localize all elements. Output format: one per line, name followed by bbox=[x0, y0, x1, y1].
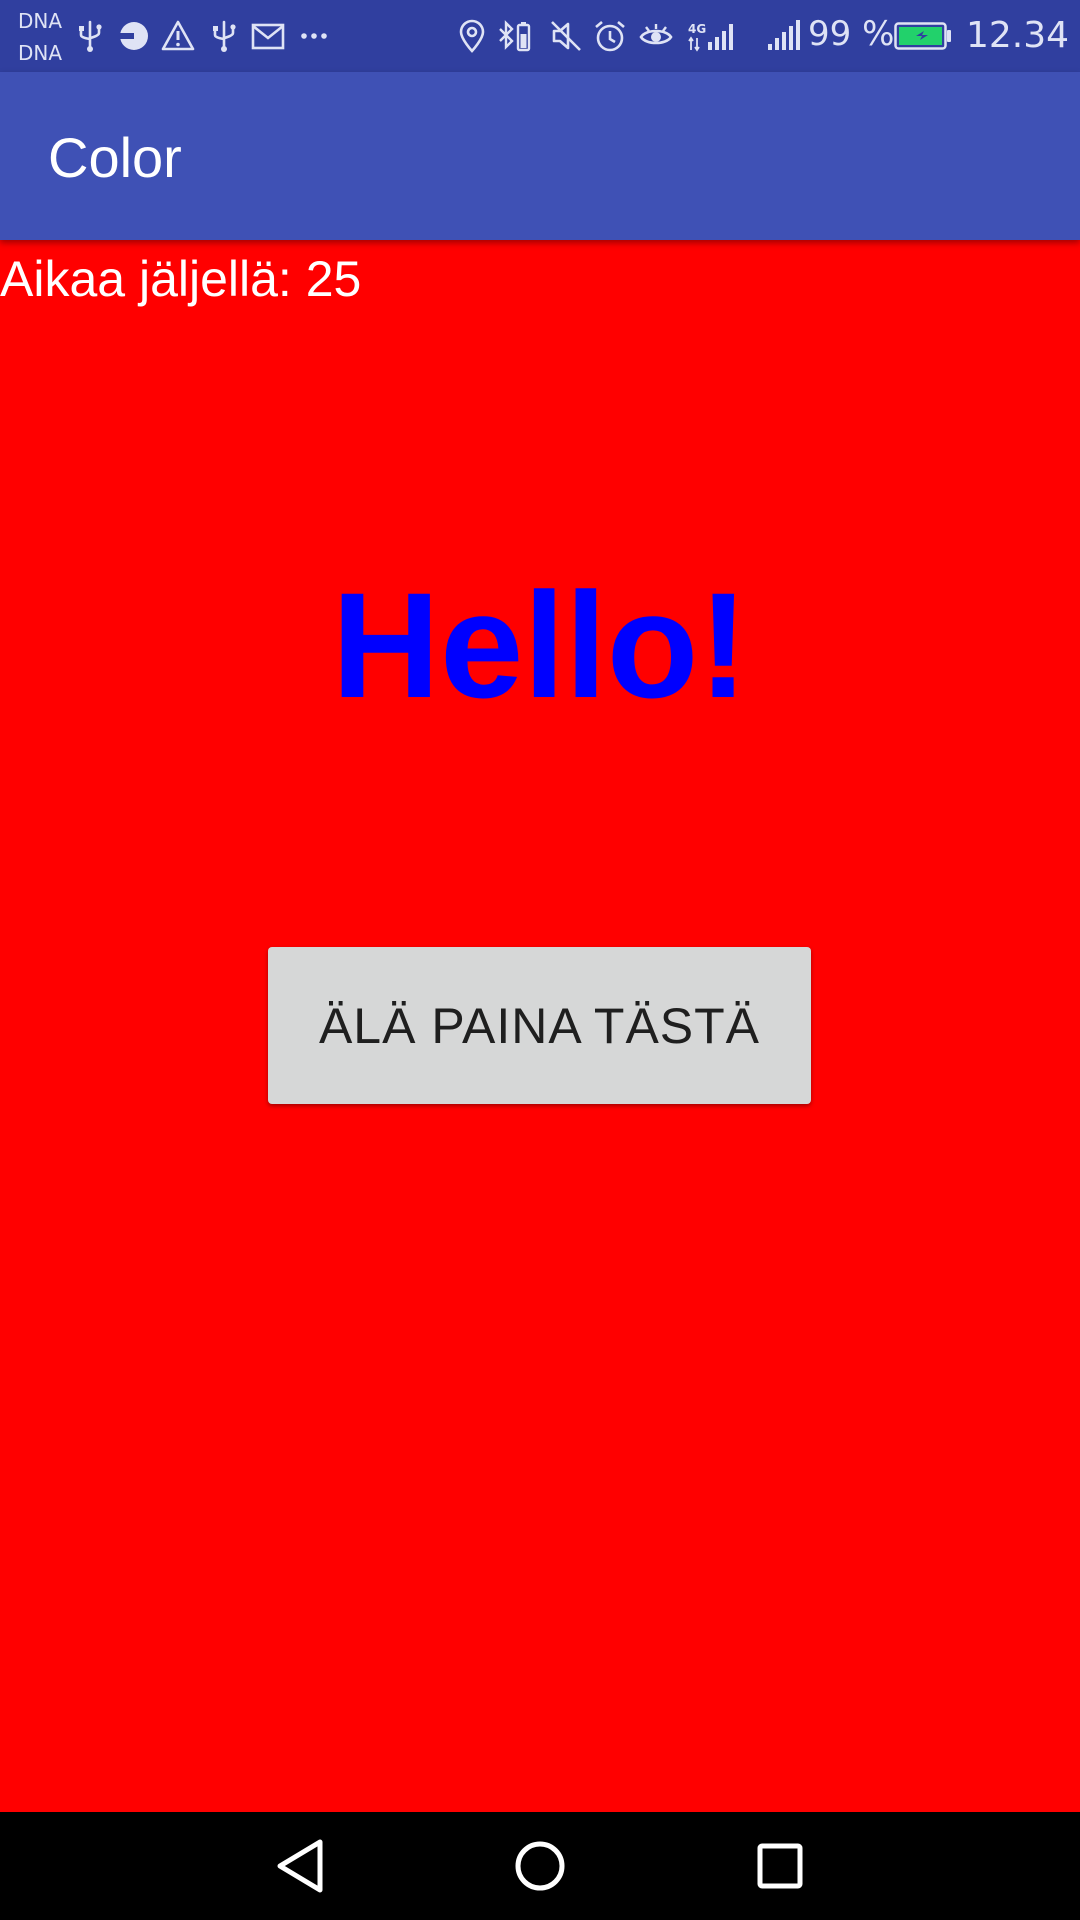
gmail-icon bbox=[250, 18, 286, 54]
app-title: Color bbox=[48, 126, 182, 189]
battery-charging-icon bbox=[894, 22, 952, 50]
carrier-label-2: DNA bbox=[18, 41, 63, 65]
carrier-label-1: DNA bbox=[18, 9, 63, 33]
usb-icon bbox=[206, 18, 242, 54]
status-bar: DNA DNA 4G 99 % 12.34 bbox=[0, 0, 1080, 72]
app-toolbar: Color bbox=[0, 72, 1080, 240]
4g-signal-icon: 4G bbox=[686, 18, 742, 54]
back-icon[interactable] bbox=[260, 1826, 340, 1906]
warning-icon bbox=[160, 18, 196, 54]
battery-percent: 99 % bbox=[808, 14, 895, 54]
muted-icon bbox=[548, 18, 584, 54]
svg-text:4G: 4G bbox=[688, 22, 706, 36]
signal-icon bbox=[766, 18, 802, 54]
navigation-bar bbox=[0, 1812, 1080, 1920]
data-saver-icon bbox=[116, 18, 152, 54]
app-screen: DNA DNA 4G 99 % 12.34 Color Aikaa jäljel… bbox=[0, 0, 1080, 1920]
time-remaining-label: Aikaa jäljellä: 25 bbox=[0, 251, 362, 307]
dont-press-button[interactable]: ÄLÄ PAINA TÄSTÄ bbox=[268, 947, 811, 1104]
location-icon bbox=[454, 18, 490, 54]
hello-text: Hello! bbox=[331, 561, 749, 729]
home-icon[interactable] bbox=[500, 1826, 580, 1906]
usb-icon bbox=[72, 18, 108, 54]
bluetooth-battery-icon bbox=[496, 18, 532, 54]
eye-comfort-icon bbox=[638, 18, 674, 54]
status-clock: 12.34 bbox=[966, 15, 1070, 56]
more-icon bbox=[296, 18, 332, 54]
recents-icon[interactable] bbox=[740, 1826, 820, 1906]
alarm-icon bbox=[592, 18, 628, 54]
